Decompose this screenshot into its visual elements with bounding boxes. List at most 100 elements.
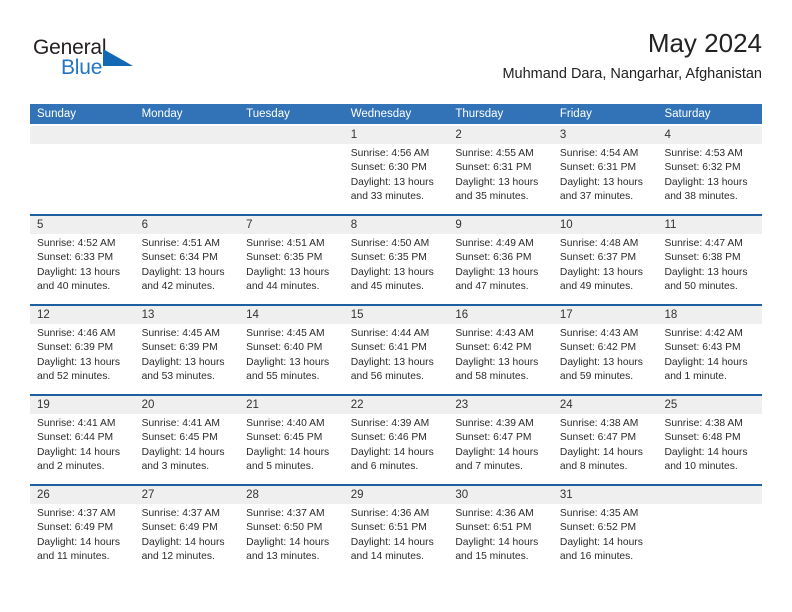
calendar-day-cell[interactable]: 11 Sunrise: 4:47 AM Sunset: 6:38 PM Dayligh… — [657, 216, 763, 304]
day-details: Sunrise: 4:55 AM Sunset: 6:31 PM Daylight:… — [455, 147, 546, 204]
day-number: 17 — [559, 309, 573, 321]
day-details: Sunrise: 4:35 AM Sunset: 6:52 PM Daylight:… — [560, 507, 651, 564]
calendar-day-cell[interactable]: 22 Sunrise: 4:39 AM Sunset: 6:46 PM Dayligh… — [343, 396, 449, 484]
day-details: Sunrise: 4:47 AM Sunset: 6:38 PM Daylight:… — [664, 237, 755, 294]
daylight-text-line2: and 52 minutes. — [37, 370, 111, 382]
calendar-day-cell[interactable]: 29 Sunrise: 4:36 AM Sunset: 6:51 PM Dayligh… — [343, 486, 449, 574]
sunrise-text: Sunrise: 4:36 AM — [455, 508, 534, 519]
sunset-text: Sunset: 6:49 PM — [141, 522, 218, 534]
calendar-day-cell[interactable]: 25 Sunrise: 4:38 AM Sunset: 6:48 PM Dayligh… — [657, 396, 763, 484]
title-block: May 2024 Muhmand Dara, Nangarhar, Afghan… — [502, 28, 762, 83]
sunset-text: Sunset: 6:43 PM — [664, 342, 741, 354]
sunset-text: Sunset: 6:42 PM — [455, 342, 532, 354]
calendar-day-cell[interactable]: 7 Sunrise: 4:51 AM Sunset: 6:35 PM Daylight… — [239, 216, 344, 304]
sunrise-text: Sunrise: 4:55 AM — [455, 148, 534, 159]
sunrise-text: Sunrise: 4:46 AM — [37, 328, 116, 339]
calendar-day-cell[interactable]: 14 Sunrise: 4:45 AM Sunset: 6:40 PM Dayligh… — [239, 306, 344, 394]
day-number — [142, 126, 233, 144]
sunset-text: Sunset: 6:45 PM — [246, 432, 323, 444]
calendar-weeks: 1 Sunrise: 4:56 AM Sunset: 6:30 PM Daylight… — [30, 124, 763, 574]
daylight-text-line1: Daylight: 14 hours — [559, 536, 643, 548]
calendar-day-cell[interactable]: 31 Sunrise: 4:35 AM Sunset: 6:52 PM Dayligh… — [552, 486, 658, 574]
daylight-text-line1: Daylight: 14 hours — [455, 536, 539, 548]
calendar-day-cell[interactable]: 5 Sunrise: 4:52 AM Sunset: 6:33 PM Daylight… — [30, 216, 135, 304]
day-details: Sunrise: 4:51 AM Sunset: 6:35 PM Daylight:… — [246, 237, 337, 294]
daylight-text-line2: and 58 minutes. — [455, 370, 529, 382]
calendar-day-cell[interactable]: 10 Sunrise: 4:48 AM Sunset: 6:37 PM Dayligh… — [552, 216, 658, 304]
calendar-day-cell[interactable]: 18 Sunrise: 4:42 AM Sunset: 6:43 PM Dayligh… — [657, 306, 763, 394]
calendar-day-cell[interactable]: 16 Sunrise: 4:43 AM Sunset: 6:42 PM Dayligh… — [448, 306, 553, 394]
calendar-week-row: 19 Sunrise: 4:41 AM Sunset: 6:44 PM Dayligh… — [30, 394, 763, 484]
calendar-day-cell[interactable]: 27 Sunrise: 4:37 AM Sunset: 6:49 PM Dayligh… — [134, 486, 240, 574]
calendar-day-cell[interactable]: 9 Sunrise: 4:49 AM Sunset: 6:36 PM Daylight… — [448, 216, 553, 304]
calendar-day-cell[interactable]: 15 Sunrise: 4:44 AM Sunset: 6:41 PM Dayligh… — [343, 306, 449, 394]
day-number: 22 — [350, 399, 364, 411]
daylight-text-line1: Daylight: 14 hours — [246, 536, 330, 548]
calendar-day-cell[interactable]: 28 Sunrise: 4:37 AM Sunset: 6:50 PM Dayligh… — [239, 486, 344, 574]
day-details: Sunrise: 4:42 AM Sunset: 6:43 PM Daylight:… — [664, 327, 755, 384]
daylight-text-line1: Daylight: 13 hours — [664, 266, 748, 278]
sunrise-text: Sunrise: 4:45 AM — [246, 328, 325, 339]
calendar-day-cell[interactable]: 13 Sunrise: 4:45 AM Sunset: 6:39 PM Dayligh… — [134, 306, 240, 394]
calendar-day-cell[interactable]: 30 Sunrise: 4:36 AM Sunset: 6:51 PM Dayligh… — [448, 486, 553, 574]
daylight-text-line1: Daylight: 14 hours — [37, 536, 120, 548]
day-details: Sunrise: 4:37 AM Sunset: 6:49 PM Daylight:… — [142, 507, 233, 564]
sunset-text: Sunset: 6:42 PM — [559, 342, 637, 354]
day-details: Sunrise: 4:45 AM Sunset: 6:40 PM Daylight:… — [246, 327, 337, 384]
calendar-day-cell[interactable]: 4 Sunrise: 4:53 AM Sunset: 6:32 PM Daylight… — [657, 126, 763, 214]
daylight-text-line2: and 16 minutes. — [559, 550, 634, 562]
calendar-day-cell[interactable]: 3 Sunrise: 4:54 AM Sunset: 6:31 PM Daylight… — [552, 126, 658, 214]
day-number: 11 — [664, 219, 677, 231]
day-number: 1 — [350, 129, 358, 141]
daylight-text-line1: Daylight: 13 hours — [141, 356, 225, 368]
day-number: 8 — [350, 219, 358, 231]
daylight-text-line1: Daylight: 13 hours — [141, 266, 225, 278]
sunrise-text: Sunrise: 4:37 AM — [37, 508, 116, 519]
calendar-day-cell[interactable]: 19 Sunrise: 4:41 AM Sunset: 6:44 PM Dayligh… — [30, 396, 135, 484]
calendar-day-cell-empty — [239, 126, 344, 214]
sunrise-text: Sunrise: 4:52 AM — [37, 238, 116, 249]
day-details: Sunrise: 4:41 AM Sunset: 6:45 PM Daylight:… — [142, 417, 233, 474]
day-number: 28 — [246, 489, 259, 501]
daylight-text-line2: and 50 minutes. — [664, 280, 738, 292]
sunset-text: Sunset: 6:51 PM — [455, 522, 532, 534]
calendar-day-cell[interactable]: 6 Sunrise: 4:51 AM Sunset: 6:34 PM Daylight… — [134, 216, 240, 304]
sunrise-text: Sunrise: 4:41 AM — [141, 418, 220, 429]
triangle-icon — [103, 49, 133, 66]
day-details: Sunrise: 4:46 AM Sunset: 6:39 PM Daylight:… — [37, 327, 128, 384]
sunset-text: Sunset: 6:36 PM — [455, 252, 532, 264]
calendar-day-cell[interactable]: 23 Sunrise: 4:39 AM Sunset: 6:47 PM Dayligh… — [448, 396, 553, 484]
brand-logo[interactable]: General Blue — [33, 36, 183, 88]
daylight-text-line1: Daylight: 13 hours — [559, 176, 643, 188]
calendar-day-cell[interactable]: 20 Sunrise: 4:41 AM Sunset: 6:45 PM Dayligh… — [134, 396, 240, 484]
calendar-day-cell-empty — [30, 126, 135, 214]
calendar-week-row: 12 Sunrise: 4:46 AM Sunset: 6:39 PM Dayligh… — [30, 304, 763, 394]
day-number: 27 — [141, 489, 155, 501]
sunrise-text: Sunrise: 4:51 AM — [246, 238, 325, 249]
sunrise-text: Sunrise: 4:39 AM — [350, 418, 430, 429]
calendar-day-cell[interactable]: 8 Sunrise: 4:50 AM Sunset: 6:35 PM Daylight… — [343, 216, 449, 304]
day-number: 2 — [455, 129, 462, 141]
day-details: Sunrise: 4:54 AM Sunset: 6:31 PM Daylight:… — [560, 147, 651, 204]
calendar-day-cell[interactable]: 17 Sunrise: 4:43 AM Sunset: 6:42 PM Dayligh… — [552, 306, 658, 394]
day-details: Sunrise: 4:36 AM Sunset: 6:51 PM Daylight:… — [351, 507, 442, 564]
calendar-day-cell[interactable]: 1 Sunrise: 4:56 AM Sunset: 6:30 PM Daylight… — [343, 126, 449, 214]
day-number: 20 — [141, 399, 155, 411]
calendar-day-cell[interactable]: 21 Sunrise: 4:40 AM Sunset: 6:45 PM Dayligh… — [239, 396, 344, 484]
daylight-text-line2: and 14 minutes. — [350, 550, 425, 562]
calendar-day-cell[interactable]: 12 Sunrise: 4:46 AM Sunset: 6:39 PM Dayligh… — [30, 306, 135, 394]
weekday-header-row: Sunday Monday Tuesday Wednesday Thursday Frid… — [30, 104, 762, 124]
weekday-header-monday: Monday — [141, 108, 183, 120]
daylight-text-line2: and 44 minutes. — [246, 280, 320, 292]
calendar-day-cell[interactable]: 2 Sunrise: 4:55 AM Sunset: 6:31 PM Daylight… — [448, 126, 553, 214]
daylight-text-line1: Daylight: 14 hours — [141, 446, 225, 458]
daylight-text-line2: and 3 minutes. — [141, 460, 210, 472]
sunset-text: Sunset: 6:32 PM — [664, 162, 741, 174]
calendar-day-cell[interactable]: 26 Sunrise: 4:37 AM Sunset: 6:49 PM Dayligh… — [30, 486, 135, 574]
day-number: 13 — [141, 309, 155, 321]
day-number: 18 — [664, 309, 678, 321]
day-details: Sunrise: 4:44 AM Sunset: 6:41 PM Daylight:… — [351, 327, 442, 384]
daylight-text-line2: and 12 minutes. — [141, 550, 215, 562]
page-subtitle: Muhmand Dara, Nangarhar, Afghanistan — [502, 66, 762, 82]
calendar-day-cell[interactable]: 24 Sunrise: 4:38 AM Sunset: 6:47 PM Dayligh… — [552, 396, 658, 484]
